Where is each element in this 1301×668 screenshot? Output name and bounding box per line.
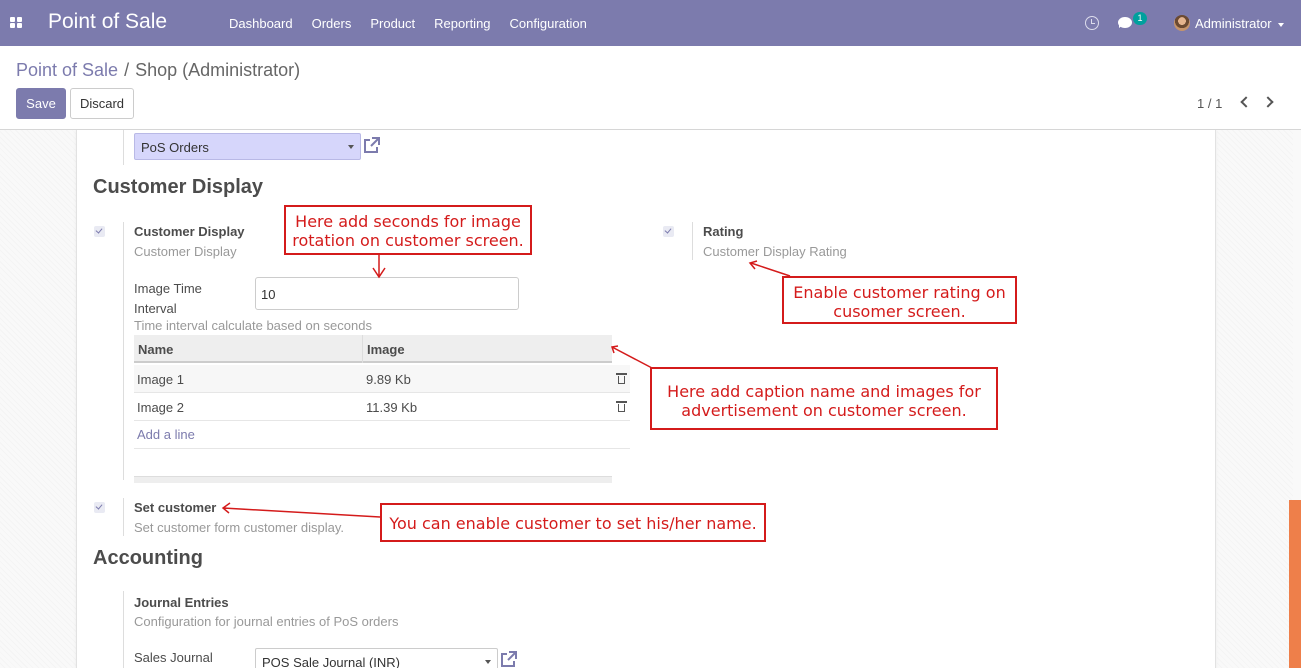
annotation-set-customer: You can enable customer to set his/her n… — [380, 503, 766, 542]
caret-down-icon — [1277, 22, 1284, 27]
image-time-interval-label-line2: Interval — [134, 301, 177, 316]
image-table-footer — [134, 476, 612, 483]
journal-entries-label: Journal Entries — [134, 595, 229, 610]
table-divider — [134, 448, 630, 449]
background-right — [1217, 130, 1293, 668]
setting-divider — [123, 498, 124, 536]
annotation-rating-line1: Enable customer rating on — [793, 283, 1006, 302]
setting-divider — [123, 591, 124, 668]
column-image-header[interactable]: Image — [367, 342, 405, 357]
annotation-seconds-line1: Here add seconds for image — [295, 212, 521, 231]
setting-divider — [123, 222, 124, 480]
save-button[interactable]: Save — [16, 88, 66, 119]
set-customer-label: Set customer — [134, 500, 217, 515]
menu-product[interactable]: Product — [370, 16, 415, 31]
setting-divider — [123, 130, 124, 165]
annotation-seconds-line2: rotation on customer screen. — [292, 231, 524, 250]
setting-divider — [692, 222, 693, 260]
main-menu: Dashboard Orders Product Reporting Confi… — [229, 16, 606, 31]
add-a-line-link[interactable]: Add a line — [137, 427, 195, 442]
rating-label: Rating — [703, 224, 744, 239]
customer-display-help: Customer Display — [134, 244, 237, 259]
messages-icon[interactable] — [1118, 17, 1132, 28]
row-image-size: 9.89 Kb — [366, 372, 411, 387]
background-left — [0, 130, 76, 668]
row-name: Image 1 — [137, 372, 184, 387]
customer-display-label: Customer Display — [134, 224, 245, 239]
image-time-interval-help: Time interval calculate based on seconds — [134, 318, 372, 333]
messages-badge: 1 — [1133, 12, 1147, 25]
trash-icon[interactable] — [616, 373, 627, 384]
annotation-seconds: Here add seconds for image rotation on c… — [284, 205, 532, 255]
row-image-size: 11.39 Kb — [366, 400, 418, 415]
scrollbar-thumb[interactable] — [1289, 500, 1301, 668]
image-table-header: Name Image — [134, 335, 612, 363]
customer-display-checkbox[interactable] — [94, 226, 105, 237]
menu-dashboard[interactable]: Dashboard — [229, 16, 293, 31]
image-time-interval-input[interactable]: 10 — [255, 277, 519, 310]
rating-help: Customer Display Rating — [703, 244, 847, 259]
set-customer-checkbox[interactable] — [94, 502, 105, 513]
annotation-rating: Enable customer rating on cusomer screen… — [782, 276, 1017, 324]
external-link-icon[interactable] — [500, 651, 517, 668]
breadcrumb: Point of Sale / Shop (Administrator) — [16, 60, 300, 81]
row-name: Image 2 — [137, 400, 184, 415]
menu-reporting[interactable]: Reporting — [434, 16, 490, 31]
discard-button[interactable]: Discard — [70, 88, 134, 119]
section-customer-display: Customer Display — [93, 176, 264, 198]
image-time-interval-label: Image Time Interval — [134, 279, 202, 319]
annotation-rating-line2: cusomer screen. — [833, 302, 966, 321]
user-avatar[interactable] — [1174, 15, 1190, 31]
journal-entries-help: Configuration for journal entries of PoS… — [134, 614, 399, 629]
annotation-images-line2: advertisement on customer screen. — [681, 401, 967, 420]
annotation-images: Here add caption name and images for adv… — [650, 367, 998, 430]
image-time-interval-label-line1: Image Time — [134, 281, 202, 296]
breadcrumb-current: Shop (Administrator) — [135, 60, 301, 80]
sales-journal-value: POS Sale Journal (INR) — [262, 655, 400, 668]
annotation-images-line1: Here add caption name and images for — [667, 382, 981, 401]
order-type-select[interactable]: PoS Orders — [134, 133, 361, 160]
section-accounting: Accounting — [93, 547, 203, 569]
menu-orders[interactable]: Orders — [312, 16, 352, 31]
user-name: Administrator — [1195, 16, 1272, 31]
breadcrumb-parent[interactable]: Point of Sale — [16, 60, 118, 80]
trash-icon[interactable] — [616, 401, 627, 412]
apps-grid-icon[interactable] — [10, 17, 23, 29]
sales-journal-label: Sales Journal — [134, 650, 213, 665]
user-menu[interactable]: Administrator — [1195, 16, 1284, 31]
pager-next-icon[interactable] — [1262, 96, 1274, 108]
sales-journal-select[interactable]: POS Sale Journal (INR) — [255, 648, 498, 668]
table-row[interactable]: Image 2 11.39 Kb — [134, 393, 630, 421]
order-type-value: PoS Orders — [141, 140, 209, 155]
breadcrumb-separator: / — [124, 60, 130, 80]
activity-clock-icon[interactable] — [1085, 16, 1099, 30]
external-link-icon[interactable] — [363, 137, 380, 154]
top-navbar: Point of Sale Dashboard Orders Product R… — [0, 0, 1301, 46]
image-time-interval-value: 10 — [261, 287, 276, 302]
control-panel: Point of Sale / Shop (Administrator) Save … — [0, 46, 1301, 130]
pager-previous-icon[interactable] — [1240, 96, 1252, 108]
table-row[interactable]: Image 1 9.89 Kb — [134, 365, 630, 393]
column-name-header[interactable]: Name — [138, 342, 173, 357]
menu-configuration[interactable]: Configuration — [510, 16, 587, 31]
app-title: Point of Sale — [48, 10, 168, 33]
rating-checkbox[interactable] — [663, 226, 674, 237]
pager-value: 1 / 1 — [1197, 96, 1223, 111]
set-customer-help: Set customer form customer display. — [134, 520, 344, 535]
